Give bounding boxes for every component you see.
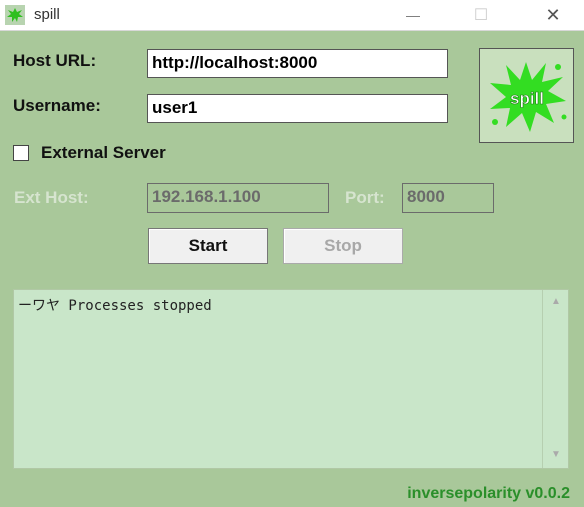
minimize-button[interactable]: — xyxy=(390,0,436,30)
host-url-input[interactable]: http://localhost:8000 xyxy=(147,49,448,78)
log-scrollbar[interactable]: ▲ ▼ xyxy=(542,290,568,468)
username-input[interactable]: user1 xyxy=(147,94,448,123)
stop-button[interactable]: Stop xyxy=(283,228,403,264)
minimize-icon: — xyxy=(406,7,420,23)
host-url-label: Host URL: xyxy=(13,51,97,70)
version-label: inversepolarity v0.0.2 xyxy=(407,485,570,502)
app-splat-icon xyxy=(5,5,25,25)
external-server-label[interactable]: External Server xyxy=(41,143,166,163)
log-output[interactable]: ーワヤ Processes stopped ▲ ▼ xyxy=(13,289,569,469)
external-server-checkbox[interactable] xyxy=(13,145,29,161)
close-button[interactable]: ✕ xyxy=(530,0,576,30)
ext-host-input[interactable]: 192.168.1.100 xyxy=(147,183,329,213)
green-splat-icon: spill xyxy=(490,62,567,132)
ext-host-label: Ext Host: xyxy=(14,188,89,207)
port-input[interactable]: 8000 xyxy=(402,183,494,213)
scroll-down-icon[interactable]: ▼ xyxy=(551,449,561,460)
log-text: ーワヤ Processes stopped xyxy=(18,298,212,314)
logo: spill xyxy=(479,48,574,143)
maximize-icon: ☐ xyxy=(473,7,489,24)
port-label: Port: xyxy=(345,188,385,207)
username-label: Username: xyxy=(13,96,101,115)
logo-text: spill xyxy=(510,89,544,108)
close-icon: ✕ xyxy=(545,4,561,25)
window-title: spill xyxy=(34,6,60,23)
maximize-button[interactable]: ☐ xyxy=(458,0,504,30)
scroll-up-icon[interactable]: ▲ xyxy=(551,296,561,307)
title-bar: spill — ☐ ✕ xyxy=(0,0,584,31)
start-button[interactable]: Start xyxy=(148,228,268,264)
